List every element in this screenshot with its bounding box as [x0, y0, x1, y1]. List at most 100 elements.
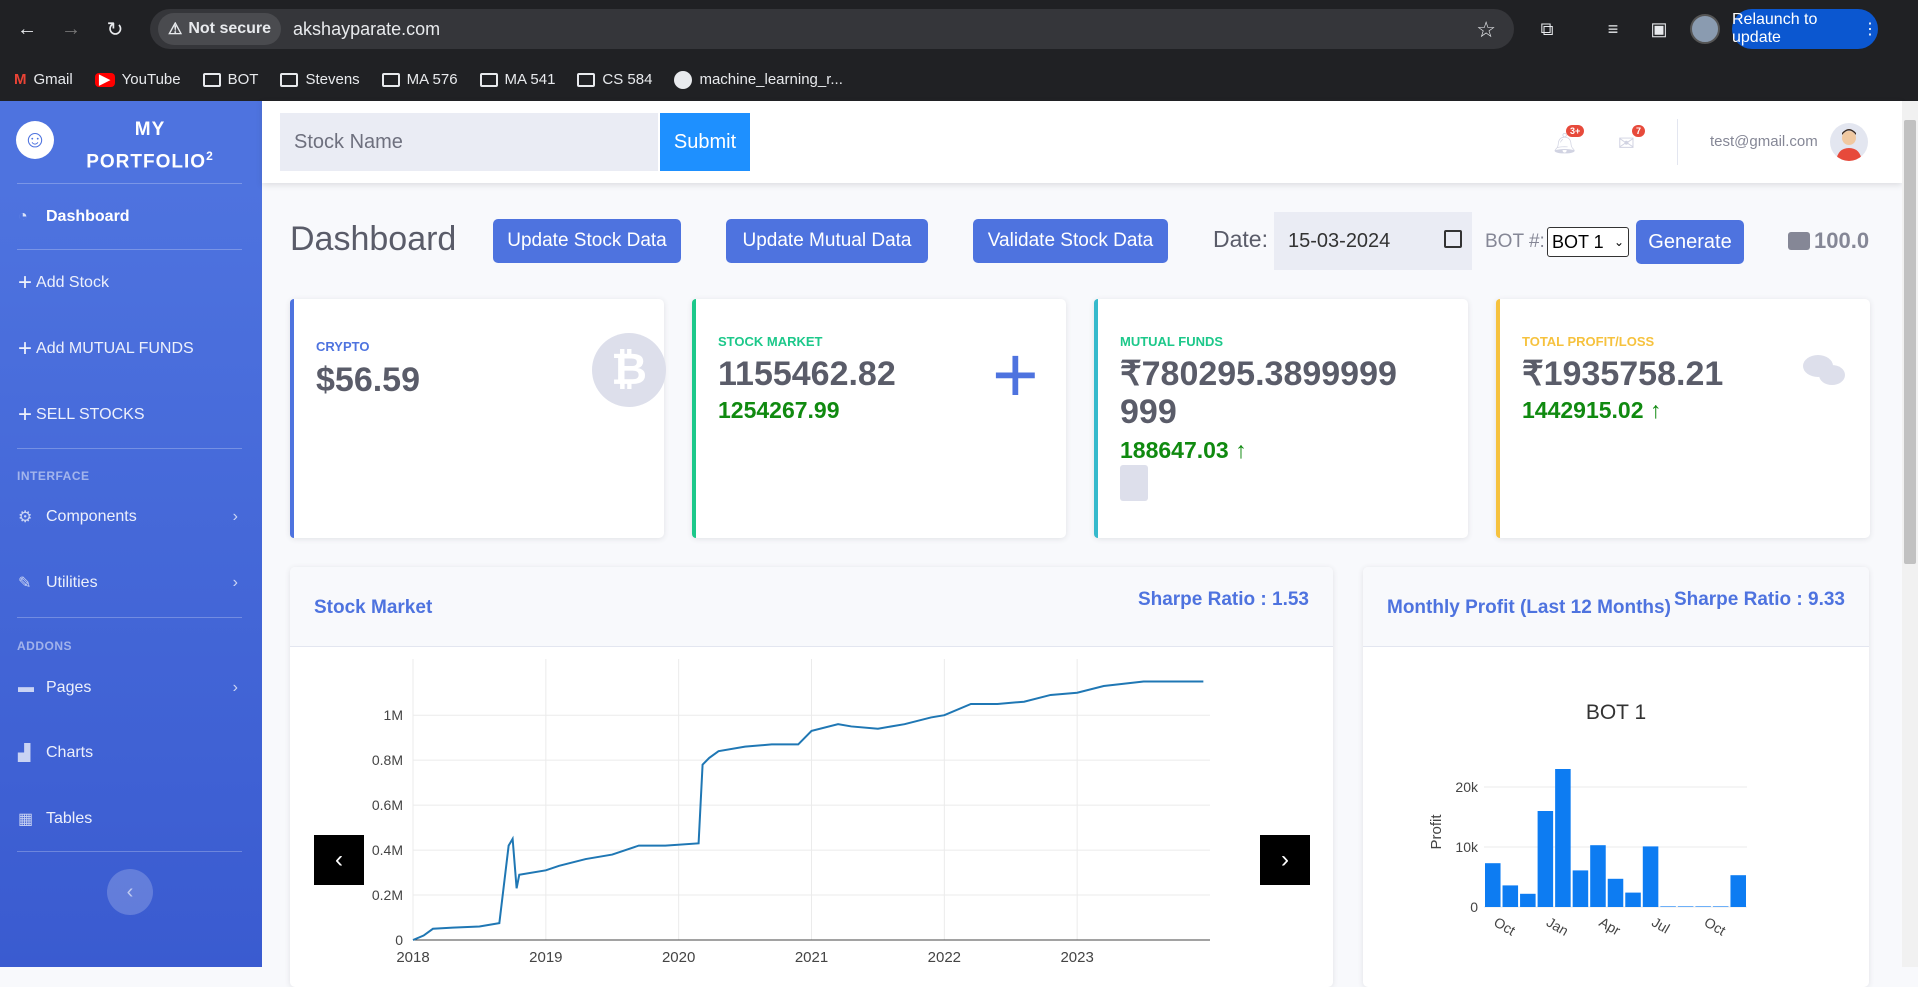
card-gain: 1442915.02 ↑	[1522, 397, 1662, 423]
panel-title: Monthly Profit (Last 12 Months)	[1387, 597, 1671, 618]
panel-header: Stock Market Sharpe Ratio : 1.53	[290, 567, 1333, 647]
back-icon[interactable]: ←	[12, 14, 42, 44]
wallet-icon	[1788, 232, 1810, 250]
sidebar-item-sell-stocks[interactable]: + SELL STOCKS	[0, 395, 262, 435]
sidebar-item-charts[interactable]: ▟ Charts	[0, 733, 262, 773]
user-email[interactable]: test@gmail.com	[1710, 133, 1818, 150]
crypto-card: CRYPTO $56.59 ₿	[290, 299, 666, 538]
wallet-balance: 100.0	[1788, 228, 1869, 254]
carousel-next-button[interactable]: ›	[1260, 835, 1310, 885]
brand-line2: PORTFOLIO	[86, 151, 207, 173]
profit-bar	[1642, 846, 1659, 907]
plus-icon: +	[18, 335, 33, 362]
card-label: TOTAL PROFIT/LOSS	[1522, 334, 1655, 349]
extensions-icon[interactable]: ⧉	[1534, 16, 1560, 42]
stock-line-chart[interactable]: 2018 2019 2020 2021 2022 2023 0 0.2M 0.4M 0.6M 0.8…	[290, 647, 1333, 987]
validate-stock-data-button[interactable]: Validate Stock Data	[973, 219, 1168, 263]
card-gain: 188647.03 ↑	[1120, 437, 1247, 463]
bot-selected-value: BOT 1	[1552, 231, 1604, 252]
card-value: ₹1935758.21	[1522, 355, 1724, 393]
address-bar[interactable]: ⚠ Not secure akshayparate.com ☆	[150, 9, 1514, 49]
envelope-icon: ✉	[1618, 133, 1635, 155]
sidebar-item-label: Pages	[46, 679, 92, 696]
bookmark-star-icon[interactable]: ☆	[1476, 17, 1496, 43]
bookmark-cs584[interactable]: CS 584	[577, 71, 652, 88]
warning-icon: ⚠	[168, 21, 183, 38]
profile-avatar[interactable]	[1690, 14, 1720, 44]
brand-text: MY PORTFOLIO2	[70, 117, 230, 175]
comments-icon	[1803, 355, 1845, 385]
card-gain: 1254267.99	[718, 397, 840, 423]
tachometer-icon: ◔	[18, 208, 28, 225]
bookmark-label: BOT	[227, 71, 259, 88]
x-tick-label: Jan	[1544, 914, 1572, 939]
bookmark-bot[interactable]: BOT	[202, 71, 259, 88]
chart-area-icon: ▟	[18, 745, 31, 762]
sidebar-item-utilities[interactable]: ✎ Utilities ›	[0, 563, 262, 603]
alerts-badge: 3+	[1566, 125, 1585, 137]
bookmark-gmail[interactable]: M Gmail	[14, 71, 73, 88]
chevron-down-icon: ⌄	[1613, 235, 1624, 249]
folder-icon	[280, 72, 299, 87]
y-tick-label: 0.2M	[372, 887, 403, 903]
table-icon: ▦	[18, 811, 34, 828]
brand-link[interactable]: ☺ MY PORTFOLIO2	[0, 101, 262, 183]
bookmark-label: Gmail	[33, 71, 73, 88]
card-value: ₹780295.3899999	[1120, 355, 1397, 393]
bookmark-ma541[interactable]: MA 541	[479, 71, 555, 88]
bookmark-ma576[interactable]: MA 576	[381, 71, 458, 88]
brand-sup: 2	[206, 149, 214, 163]
chevron-right-icon: ›	[232, 508, 238, 525]
card-value: $56.59	[316, 361, 420, 399]
x-tick-label: 2022	[928, 949, 961, 966]
profit-bar-chart[interactable]: BOT 1 0 10k 20k Profit Oct Jan Apr Jul Oct	[1363, 647, 1869, 987]
url-text[interactable]: akshayparate.com	[293, 19, 440, 40]
user-avatar[interactable]	[1830, 123, 1868, 161]
bookmark-label: Stevens	[305, 71, 360, 88]
chevron-right-icon: ›	[232, 679, 238, 696]
side-panel-icon[interactable]: ▣	[1646, 16, 1672, 42]
sidebar: ☺ MY PORTFOLIO2 ◔ Dashboard + Add Stock …	[0, 101, 262, 967]
sidebar-item-tables[interactable]: ▦ Tables	[0, 799, 262, 839]
bitcoin-icon: ₿	[592, 333, 666, 407]
profit-bar	[1625, 892, 1641, 907]
bookmark-youtube[interactable]: ▶ YouTube	[94, 71, 181, 88]
forward-icon[interactable]: →	[56, 14, 86, 44]
card-accent	[1496, 299, 1500, 538]
bookmark-stevens[interactable]: Stevens	[280, 71, 360, 88]
date-input[interactable]: 15-03-2024	[1274, 212, 1472, 270]
security-chip[interactable]: ⚠ Not secure	[158, 13, 282, 45]
sidebar-item-components[interactable]: ⚙ Components ›	[0, 497, 262, 537]
plus-icon: +	[18, 269, 33, 296]
page-title: Dashboard	[290, 220, 457, 258]
stock-name-input[interactable]	[280, 113, 658, 171]
messages-button[interactable]: ✉ 7	[1618, 125, 1646, 156]
carousel-prev-button[interactable]: ‹	[314, 835, 364, 885]
sidebar-item-add-stock[interactable]: + Add Stock	[0, 263, 262, 303]
relaunch-button[interactable]: Relaunch to update ⋮	[1732, 9, 1878, 49]
profit-bar	[1590, 845, 1606, 907]
laugh-wink-icon: ☺	[16, 121, 54, 159]
sidebar-item-add-mutual-funds[interactable]: + Add MUTUAL FUNDS	[0, 329, 262, 369]
update-stock-data-button[interactable]: Update Stock Data	[493, 219, 681, 263]
folder-icon	[381, 72, 400, 87]
scrollbar-thumb[interactable]	[1904, 120, 1916, 564]
bot-select[interactable]: BOT 1 ⌄	[1547, 227, 1629, 257]
card-accent	[290, 299, 294, 538]
brand-line1: MY	[134, 119, 166, 140]
sidebar-toggle-button[interactable]: ‹	[107, 869, 153, 915]
media-icon[interactable]: ≡	[1600, 16, 1626, 42]
calendar-icon[interactable]	[1444, 230, 1462, 248]
generate-button[interactable]: Generate	[1636, 220, 1744, 264]
alerts-button[interactable]: 🔔︎ 3+	[1552, 125, 1585, 156]
x-tick-label: 2021	[795, 949, 828, 966]
y-tick-label: 0	[395, 932, 403, 948]
reload-icon[interactable]: ↻	[100, 14, 130, 44]
bookmark-github[interactable]: machine_learning_r...	[674, 70, 843, 89]
divider	[17, 183, 242, 184]
update-mutual-data-button[interactable]: Update Mutual Data	[726, 219, 928, 263]
sidebar-item-pages[interactable]: ▬ Pages ›	[0, 668, 262, 708]
browser-chrome: ← → ↻ ⚠ Not secure akshayparate.com ☆ ⧉ …	[0, 0, 1918, 101]
submit-button[interactable]: Submit	[660, 113, 750, 171]
sidebar-item-dashboard[interactable]: ◔ Dashboard	[0, 197, 262, 237]
